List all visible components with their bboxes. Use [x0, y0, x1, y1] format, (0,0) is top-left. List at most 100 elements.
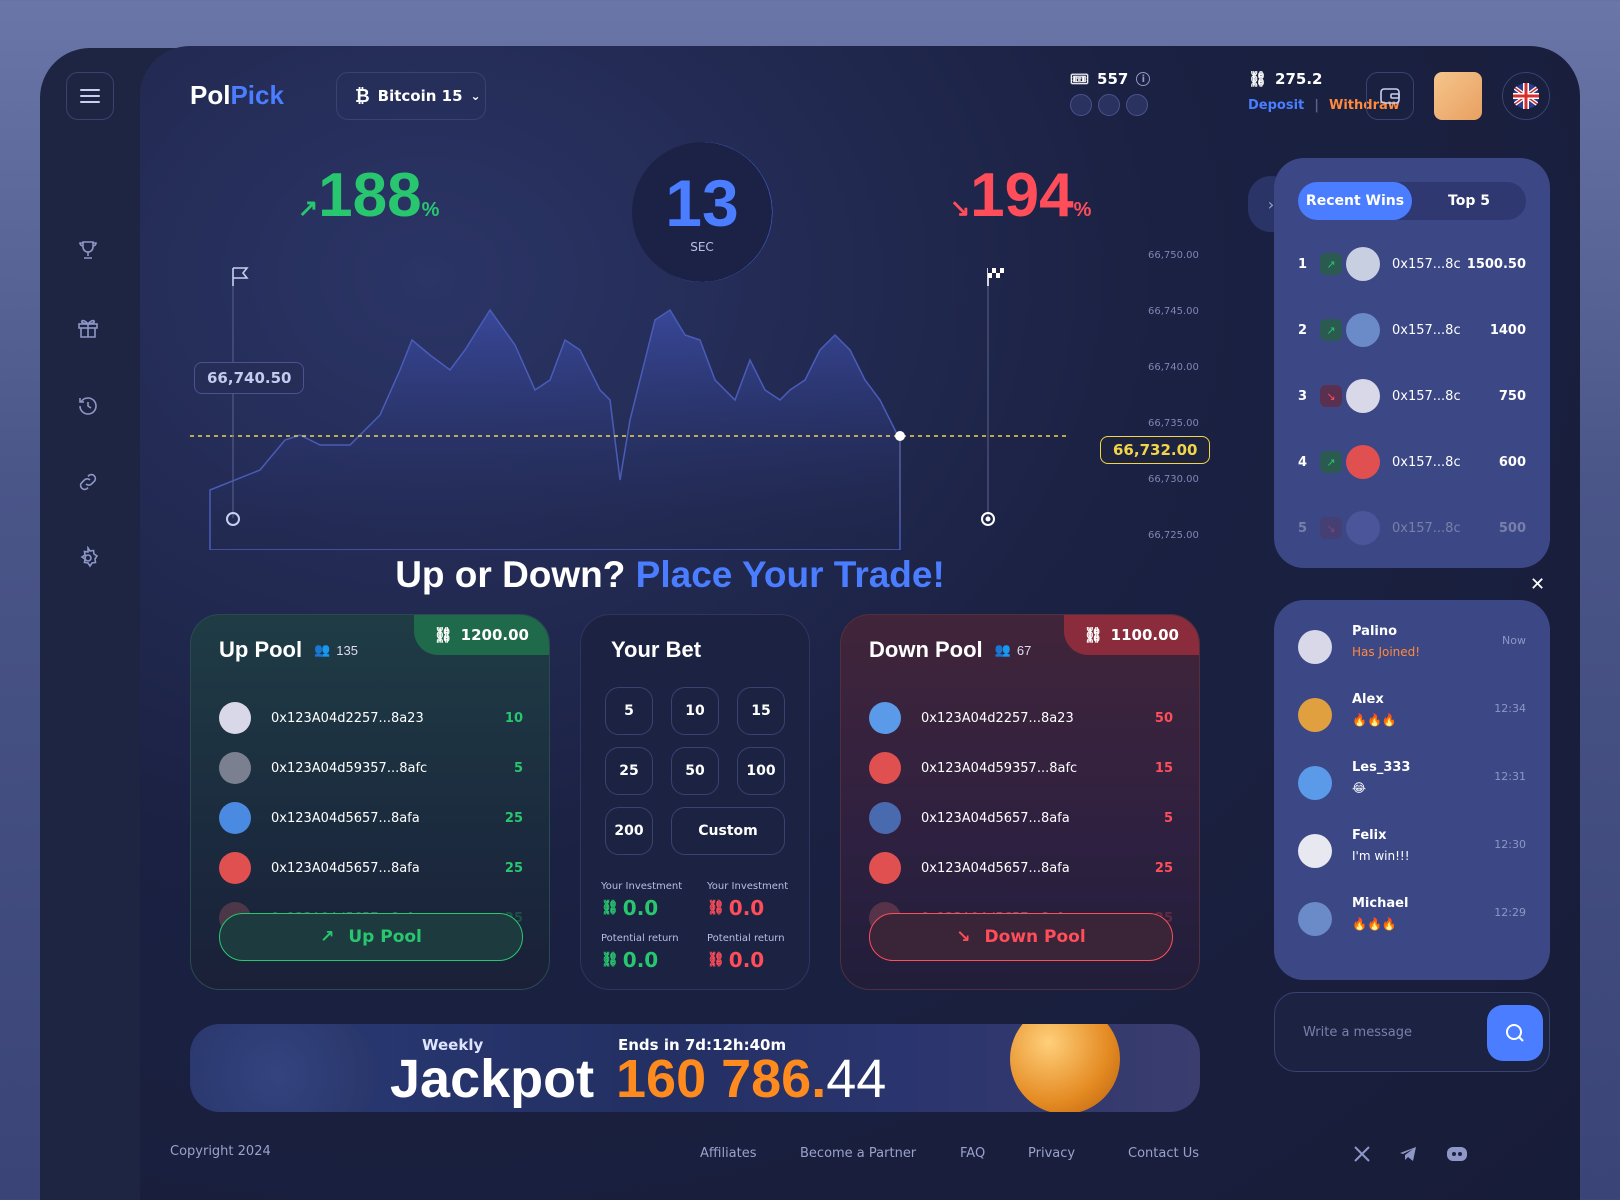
timer-value: 13 — [665, 166, 739, 240]
jackpot-banner[interactable]: Weekly Jackpot Ends in 7d:12h:40m 160 78… — [190, 1024, 1200, 1112]
bet-option-200[interactable]: 200 — [605, 807, 653, 855]
uk-flag-icon — [1513, 83, 1539, 109]
up-pool-title: Up Pool 👥 135 — [219, 637, 358, 663]
chain-coin-icon: ⛓ — [1248, 70, 1268, 88]
start-flag-icon — [232, 267, 249, 286]
message-input[interactable]: Write a message — [1274, 992, 1550, 1072]
headline-part1: Up or Down? — [395, 554, 626, 595]
bet-option-10[interactable]: 10 — [671, 687, 719, 735]
wallet-button[interactable] — [1366, 72, 1414, 120]
bet-option-custom[interactable]: Custom — [671, 807, 785, 855]
chain-coin-icon: ⛓ — [1083, 626, 1103, 644]
current-price-dot — [895, 431, 905, 441]
nav-trophy[interactable] — [76, 238, 104, 266]
coin-selector[interactable]: ₿ Bitcoin 15 ⌄ — [336, 72, 486, 120]
up-pool-button[interactable]: ↗ Up Pool — [219, 913, 523, 961]
menu-button[interactable] — [66, 72, 114, 120]
up-pool-list: 0x123A04d2257...8a23 10 0x123A04d59357...8… — [219, 693, 523, 943]
nav-settings[interactable] — [76, 545, 104, 574]
wallet-address: 0x123A04d59357...8afc — [271, 760, 428, 776]
jackpot-title: Jackpot — [390, 1049, 595, 1109]
tab-recent-wins[interactable]: Recent Wins — [1298, 182, 1412, 220]
nav-gifts[interactable] — [76, 316, 104, 344]
wallet-address: 0x157...8c — [1392, 322, 1461, 338]
footer-link[interactable]: Become a Partner — [800, 1146, 916, 1161]
pool-row: 0x123A04d5657...8afa 25 — [219, 793, 523, 843]
chat-message-body: Michael 🔥🔥🔥 — [1352, 896, 1494, 944]
down-investment-value: 0.0 — [728, 896, 765, 920]
logo[interactable]: PolPick — [190, 80, 284, 111]
bet-option-50[interactable]: 50 — [671, 747, 719, 795]
win-amount: 1500.50 — [1466, 256, 1526, 272]
info-icon[interactable]: i — [1136, 72, 1151, 86]
send-button[interactable] — [1487, 1005, 1543, 1061]
win-rank: 4 — [1298, 454, 1308, 470]
tickets-widget[interactable]: 🎟 557 i — [1070, 70, 1151, 116]
bet-option-25[interactable]: 25 — [605, 747, 653, 795]
trophy-icon — [79, 241, 97, 259]
down-pool-amount-value: 1100.00 — [1110, 626, 1179, 644]
down-return-label: Potential return — [707, 933, 785, 944]
x-icon[interactable] — [1352, 1144, 1374, 1166]
discord-icon[interactable] — [1446, 1144, 1468, 1166]
chat-message-body: Felix I'm win!!! — [1352, 828, 1494, 876]
bet-option-5[interactable]: 5 — [605, 687, 653, 735]
avatar — [869, 802, 901, 834]
gear-icon — [80, 545, 99, 568]
down-payout-value: 194 — [970, 161, 1074, 230]
footer-link[interactable]: FAQ — [960, 1146, 985, 1161]
deposit-link[interactable]: Deposit — [1248, 98, 1304, 113]
bet-amount: 5 — [513, 760, 523, 776]
avatar — [219, 802, 251, 834]
chat-message: Michael 🔥🔥🔥 12:29 — [1298, 896, 1526, 944]
footer-link[interactable]: Affiliates — [700, 1146, 757, 1161]
win-amount: 500 — [1498, 520, 1526, 536]
wallet-icon — [1380, 88, 1400, 104]
bet-option-100[interactable]: 100 — [737, 747, 785, 795]
footer-link[interactable]: Privacy — [1028, 1146, 1075, 1161]
close-icon[interactable]: ✕ — [1530, 574, 1545, 595]
telegram-icon[interactable] — [1398, 1144, 1420, 1166]
win-rank: 2 — [1298, 322, 1308, 338]
win-amount: 750 — [1498, 388, 1526, 404]
tab-top-5[interactable]: Top 5 — [1412, 182, 1526, 220]
down-pool-button[interactable]: ↘ Down Pool — [869, 913, 1173, 961]
chat-text: I'm win!!! — [1352, 849, 1410, 863]
up-pool-amount-value: 1200.00 — [460, 626, 529, 644]
language-button[interactable] — [1502, 72, 1550, 120]
pool-row: 0x123A04d5657...8afa 25 — [869, 843, 1173, 893]
trend-down-icon: ↘ — [1320, 385, 1342, 407]
chat-time: 12:29 — [1494, 906, 1526, 919]
down-pool-list: 0x123A04d2257...8a23 50 0x123A04d59357...8… — [869, 693, 1173, 943]
bet-amount: 25 — [504, 810, 523, 826]
avatar — [869, 852, 901, 884]
user-avatar[interactable] — [1434, 72, 1482, 120]
chain-coin-icon: ⛓ — [707, 952, 725, 968]
finish-flag-icon — [987, 268, 1004, 286]
down-pool-title: Down Pool 👥 67 — [869, 637, 1031, 663]
skull-badge-icon — [1126, 94, 1148, 116]
wallet-address: 0x123A04d2257...8a23 — [921, 710, 1074, 726]
win-amount: 1400 — [1489, 322, 1526, 338]
nav-history[interactable] — [76, 394, 104, 422]
chat-time: Now — [1502, 634, 1526, 647]
chat-text: 🔥🔥🔥 — [1352, 713, 1397, 727]
bet-amount: 10 — [504, 710, 523, 726]
nav-links[interactable] — [76, 470, 104, 498]
avatar — [219, 702, 251, 734]
up-return-value: 0.0 — [622, 948, 659, 972]
win-row: 4 ↗ 0x157...8c 600 — [1298, 442, 1526, 482]
balance-amount: 275.2 — [1275, 70, 1323, 88]
jackpot-amount-main: 160 786. — [616, 1049, 827, 1109]
price-axis-label: 66,740.00 — [1148, 362, 1199, 373]
pool-row: 0x123A04d5657...8afa 5 — [869, 793, 1173, 843]
avatar — [1346, 511, 1380, 545]
copyright: Copyright 2024 — [170, 1144, 271, 1159]
footer-link[interactable]: Contact Us — [1128, 1146, 1199, 1161]
trend-down-icon: ↘ — [956, 927, 971, 947]
trend-up-icon: ↗ — [298, 195, 319, 222]
chain-coin-icon: ⛓ — [707, 900, 725, 916]
bet-option-15[interactable]: 15 — [737, 687, 785, 735]
chevron-down-icon: ⌄ — [470, 89, 481, 103]
price-chart — [190, 267, 1070, 550]
